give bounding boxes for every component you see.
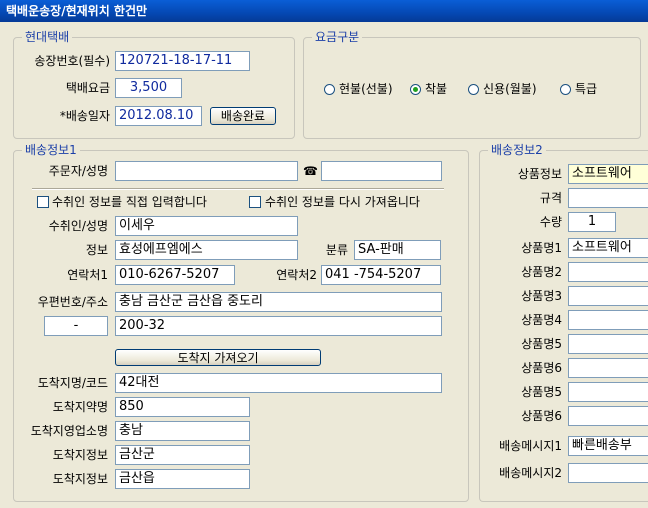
product-name-field[interactable]	[568, 358, 648, 378]
product-name-field[interactable]	[568, 286, 648, 306]
invoice-field[interactable]: 120721-18-17-11	[115, 51, 250, 71]
contact1-field[interactable]: 010-6267-5207	[115, 265, 235, 285]
direct-input-checkbox[interactable]	[37, 196, 49, 208]
dest-office-label: 도착지영업소명	[30, 424, 108, 438]
msg1-label: 배송메시지1	[499, 439, 562, 453]
product-name-label: 상품명2	[521, 265, 562, 279]
fee-field[interactable]: 3,500	[115, 78, 182, 98]
dest-info2-field[interactable]: 금산읍	[115, 469, 250, 489]
address1-field[interactable]: 충남 금산군 금산읍 중도리	[115, 292, 442, 312]
dest-name-field[interactable]: 42대전	[115, 373, 442, 393]
cod-radio[interactable]	[410, 84, 421, 95]
dest-info-field[interactable]: 금산군	[115, 445, 250, 465]
msg1-field[interactable]: 빠른배송부	[568, 436, 648, 456]
dest-short-label: 도착지약명	[52, 400, 108, 414]
product-name-field[interactable]	[568, 382, 648, 402]
direct-input-label: 수취인 정보를 직접 입력합니다	[52, 195, 207, 209]
msg2-field[interactable]	[568, 463, 648, 483]
refetch-label: 수취인 정보를 다시 가져옵니다	[265, 195, 420, 209]
product-name-label: 상품명4	[521, 313, 562, 327]
title-bar: 택배운송장/현재위치 한건만	[0, 0, 648, 22]
spec-label: 규격	[539, 191, 562, 205]
fetch-destination-button[interactable]: 도착지 가져오기	[115, 349, 321, 366]
courier-group-title: 현대택배	[22, 30, 73, 44]
product-name-label: 상품명6	[521, 409, 562, 423]
product-name-field[interactable]	[568, 262, 648, 282]
product-name-label: 상품명5	[521, 337, 562, 351]
express-label: 특급	[575, 82, 598, 96]
product-name-label: 상품명1	[521, 241, 562, 255]
date-field[interactable]: 2012.08.10	[115, 106, 202, 126]
class-field[interactable]: SA-판매	[354, 240, 441, 260]
product-name-label: 상품명5	[521, 385, 562, 399]
postal-label: 우편번호/주소	[37, 295, 108, 309]
form-client-area: 현대택배 송장번호(필수) 120721-18-17-11 택배요금 3,500…	[0, 22, 648, 508]
cod-label: 착불	[425, 82, 448, 96]
dest-name-label: 도착지명/코드	[37, 376, 108, 390]
date-label: *배송일자	[59, 109, 110, 123]
product-name-field[interactable]	[568, 334, 648, 354]
product-name-field[interactable]	[568, 310, 648, 330]
prepaid-label: 현불(선불)	[339, 82, 393, 96]
invoice-label: 송장번호(필수)	[34, 54, 110, 68]
product-name-label: 상품명6	[521, 361, 562, 375]
msg2-label: 배송메시지2	[499, 466, 562, 480]
divider	[32, 188, 444, 190]
delivery-complete-button[interactable]: 배송완료	[210, 107, 276, 125]
product-info-field[interactable]: 소프트웨어	[568, 164, 648, 184]
postal-code-field[interactable]: -	[44, 316, 108, 336]
window-title: 택배운송장/현재위치 한건만	[6, 4, 148, 18]
product-name-label: 상품명3	[521, 289, 562, 303]
contact1-label: 연락처1	[67, 268, 108, 282]
dest-info2-label: 도착지정보	[52, 472, 108, 486]
qty-label: 수량	[539, 215, 562, 229]
spec-field[interactable]	[568, 188, 648, 208]
credit-label: 신용(월불)	[483, 82, 537, 96]
product-info-label: 상품정보	[517, 167, 562, 181]
class-label: 분류	[325, 243, 348, 257]
fee-label: 택배요금	[65, 81, 110, 95]
qty-field[interactable]: 1	[568, 212, 616, 232]
prepaid-radio[interactable]	[324, 84, 335, 95]
product-name-field[interactable]: 소프트웨어	[568, 238, 648, 258]
refetch-checkbox[interactable]	[249, 196, 261, 208]
orderer-label: 주문자/성명	[48, 164, 108, 178]
delivery-info2-title: 배송정보2	[488, 143, 546, 157]
fee-type-group-title: 요금구분	[312, 30, 363, 44]
dest-office-field[interactable]: 충남	[115, 421, 250, 441]
contact2-field[interactable]: 041 -754-5207	[321, 265, 441, 285]
phone-icon: ☎	[303, 164, 318, 178]
address2-field[interactable]: 200-32	[115, 316, 442, 336]
dest-info-label: 도착지정보	[52, 448, 108, 462]
recipient-field[interactable]: 이세우	[115, 216, 298, 236]
product-name-field[interactable]	[568, 406, 648, 426]
contact2-label: 연락처2	[276, 268, 317, 282]
express-radio[interactable]	[560, 84, 571, 95]
delivery-info1-title: 배송정보1	[22, 143, 80, 157]
phone-field[interactable]	[321, 161, 442, 181]
recipient-label: 수취인/성명	[48, 219, 108, 233]
credit-radio[interactable]	[468, 84, 479, 95]
info-field[interactable]: 효성에프엠에스	[115, 240, 298, 260]
dest-short-field[interactable]: 850	[115, 397, 250, 417]
info-label: 정보	[85, 243, 108, 257]
orderer-field[interactable]	[115, 161, 298, 181]
